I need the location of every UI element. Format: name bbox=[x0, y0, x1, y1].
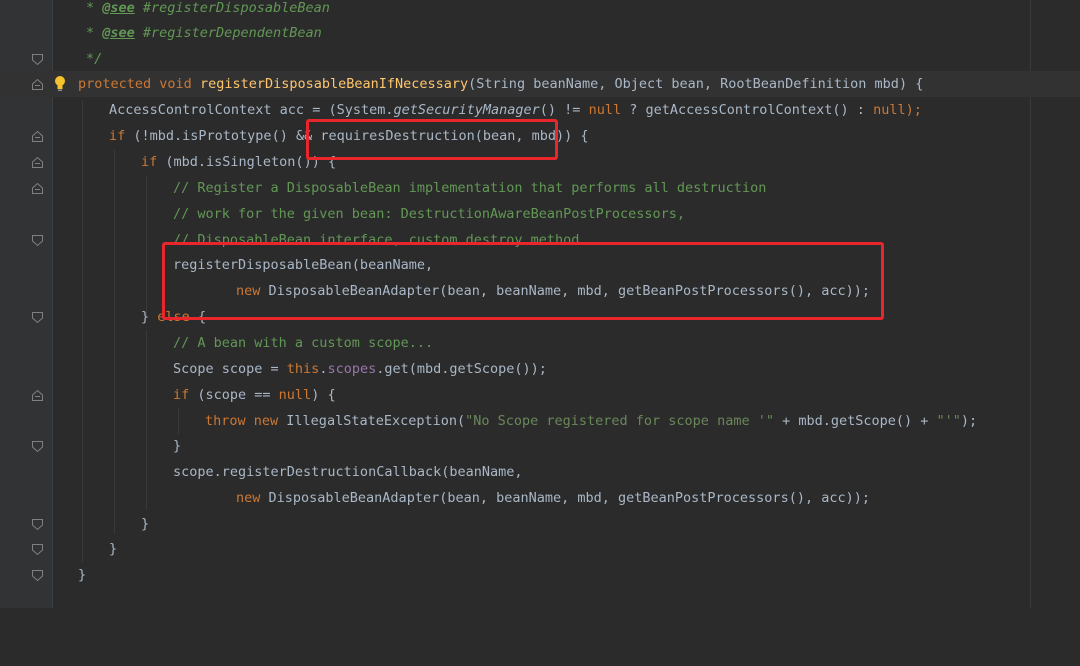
code-line[interactable]: * @see #registerDisposableBean bbox=[0, 0, 1080, 21]
fold-end-icon[interactable] bbox=[31, 234, 44, 247]
code-editor[interactable]: * @see #registerDisposableBean * @see #r… bbox=[0, 0, 1080, 608]
fold-end-icon[interactable] bbox=[31, 518, 44, 531]
fold-start-icon[interactable] bbox=[31, 130, 44, 143]
javadoc-see-tag: @see bbox=[102, 0, 135, 16]
code-line[interactable]: new DisposableBeanAdapter(bean, beanName… bbox=[0, 278, 1080, 304]
code-line[interactable]: throw new IllegalStateException("No Scop… bbox=[0, 408, 1080, 434]
code-line-comment[interactable]: // DisposableBean interface, custom dest… bbox=[0, 227, 1080, 253]
code-line[interactable]: if (!mbd.isPrototype() && requiresDestru… bbox=[0, 123, 1080, 149]
code-line[interactable]: scope.registerDestructionCallback(beanNa… bbox=[0, 459, 1080, 485]
code-line[interactable]: } else { bbox=[0, 304, 1080, 330]
code-line[interactable]: } bbox=[0, 433, 1080, 459]
fold-end-icon[interactable] bbox=[31, 311, 44, 324]
code-line-comment[interactable]: // A bean with a custom scope... bbox=[0, 330, 1080, 356]
javadoc-see-tag: @see bbox=[102, 25, 135, 41]
fold-end-icon[interactable] bbox=[31, 569, 44, 582]
code-line-method-declaration[interactable]: protected void registerDisposableBeanIfN… bbox=[0, 71, 1080, 97]
fold-end-icon[interactable] bbox=[31, 543, 44, 556]
code-line[interactable]: } bbox=[0, 511, 1080, 537]
fold-start-icon[interactable] bbox=[31, 182, 44, 195]
fold-end-icon[interactable] bbox=[31, 53, 44, 66]
lightbulb-icon[interactable] bbox=[52, 74, 70, 94]
code-line[interactable]: } bbox=[0, 562, 1080, 588]
code-line-comment[interactable]: // Register a DisposableBean implementat… bbox=[0, 175, 1080, 201]
code-line[interactable]: if (scope == null) { bbox=[0, 382, 1080, 408]
method-name: registerDisposableBeanIfNecessary bbox=[199, 76, 469, 92]
code-line[interactable]: */ bbox=[0, 46, 1080, 72]
fold-start-icon[interactable] bbox=[31, 156, 44, 169]
code-line[interactable]: new DisposableBeanAdapter(bean, beanName… bbox=[0, 485, 1080, 511]
code-line[interactable]: Scope scope = this.scopes.get(mbd.getSco… bbox=[0, 356, 1080, 382]
code-line[interactable]: registerDisposableBean(beanName, bbox=[0, 252, 1080, 278]
fold-end-icon[interactable] bbox=[31, 440, 44, 453]
code-line[interactable]: AccessControlContext acc = (System.getSe… bbox=[0, 97, 1080, 123]
code-line[interactable]: } bbox=[0, 536, 1080, 562]
code-line[interactable]: if (mbd.isSingleton()) { bbox=[0, 149, 1080, 175]
fold-start-icon[interactable] bbox=[31, 78, 44, 91]
code-line-comment[interactable]: // work for the given bean: DestructionA… bbox=[0, 201, 1080, 227]
fold-start-icon[interactable] bbox=[31, 389, 44, 402]
code-line[interactable]: * @see #registerDependentBean bbox=[0, 20, 1080, 46]
